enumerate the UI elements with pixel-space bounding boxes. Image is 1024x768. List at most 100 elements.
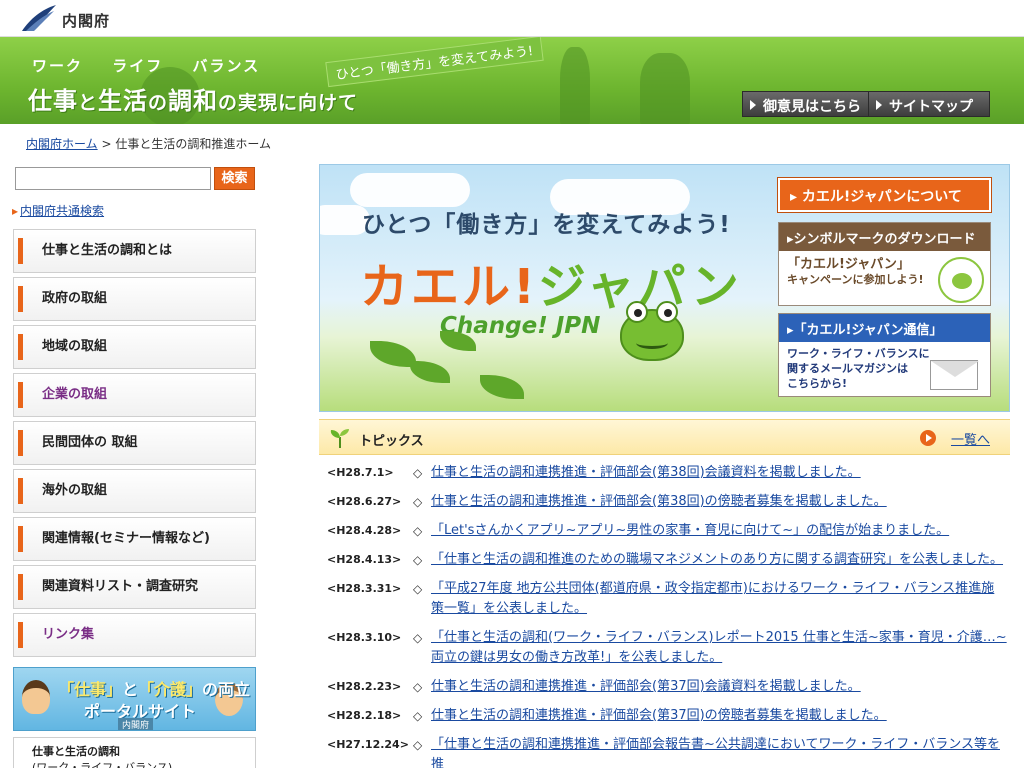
common-search-link[interactable]: 内閣府共通検索: [12, 202, 104, 219]
news-link[interactable]: 「仕事と生活の調和連携推進・評価部会報告書~公共調達においてワーク・ライフ・バラ…: [431, 735, 1007, 768]
banner-slogan: ひとつ「働き方」を変えてみよう!: [325, 37, 544, 88]
news-date: <H28.6.27>: [327, 495, 402, 508]
diamond-icon: ◇: [413, 709, 423, 723]
campaign-name: カエル!ジャパン: [360, 259, 742, 315]
newsletter-box[interactable]: ▸「カエル!ジャパン通信」 ワーク・ライフ・バランスに 関するメールマガジンは …: [778, 313, 991, 397]
diamond-icon: ◇: [413, 738, 423, 752]
symbol-badge-icon: [938, 257, 984, 303]
man-face-icon: [22, 680, 50, 714]
search-button[interactable]: 検索: [214, 167, 255, 190]
newsletter-line1: ワーク・ライフ・バランスに: [787, 347, 930, 360]
diamond-icon: ◇: [413, 553, 423, 567]
news-link[interactable]: 「仕事と生活の調和推進のための職場マネジメントのあり方に関する調査研究」を公表し…: [431, 550, 1003, 570]
cabinet-office-logo[interactable]: 内閣府: [20, 3, 110, 33]
list-item: <H28.3.31> ◇ 「平成27年度 地方公共団体(都道府県・政令指定都市)…: [327, 579, 1007, 619]
menu-item-related-info[interactable]: 関連情報(セミナー情報など): [13, 517, 256, 561]
breadcrumb: 内閣府ホーム > 仕事と生活の調和推進ホーム: [26, 135, 271, 152]
news-link[interactable]: 「Let'sさんかくアプリ~アプリ~男性の家事・育児に向けて~」の配信が始まりま…: [431, 521, 949, 541]
care-portal-org: 内閣府: [118, 718, 154, 730]
topics-title: トピックス: [359, 434, 424, 449]
news-link[interactable]: 仕事と生活の調和連携推進・評価部会(第37回)の傍聴者募集を掲載しました。: [431, 706, 887, 726]
news-link[interactable]: 「仕事と生活の調和(ワーク・ライフ・バランス)レポート2015 仕事と生活~家事…: [431, 628, 1007, 668]
list-item: <H28.2.18> ◇ 仕事と生活の調和連携推進・評価部会(第37回)の傍聴者…: [327, 706, 1007, 726]
diamond-icon: ◇: [413, 631, 423, 645]
breadcrumb-separator: >: [101, 137, 112, 151]
newsletter-header: ▸「カエル!ジャパン通信」: [779, 314, 990, 342]
arrow-circle-icon[interactable]: [920, 430, 936, 446]
list-item: <H28.4.28> ◇ 「Let'sさんかくアプリ~アプリ~男性の家事・育児に…: [327, 521, 1007, 541]
menu-item-links[interactable]: リンク集: [13, 613, 256, 657]
list-item: <H27.12.24> ◇ 「仕事と生活の調和連携推進・評価部会報告書~公共調達…: [327, 735, 1007, 768]
banner-title-part: と: [78, 92, 99, 114]
header-banner: ワーク ライフ バランス 仕事と生活の調和の実現に向けて ひとつ「働き方」を変え…: [0, 37, 1024, 124]
search-input[interactable]: [15, 167, 211, 190]
campaign-title: ひとつ「働き方」を変えてみよう!: [362, 212, 731, 238]
banner-title-part: 生活: [98, 87, 149, 115]
news-link[interactable]: 「平成27年度 地方公共団体(都道府県・政令指定都市)におけるワーク・ライフ・バ…: [431, 579, 1007, 619]
logo-wing-icon: [22, 5, 56, 31]
care-portal-banner[interactable]: 「仕事」と「介護」の両立 ポータルサイト 内閣府: [13, 667, 256, 731]
news-link[interactable]: 仕事と生活の調和連携推進・評価部会(第38回)会議資料を掲載しました。: [431, 463, 861, 483]
list-item: <H28.3.10> ◇ 「仕事と生活の調和(ワーク・ライフ・バランス)レポート…: [327, 628, 1007, 668]
menu-item-overseas[interactable]: 海外の取組: [13, 469, 256, 513]
banner-sub-word: バランス: [192, 57, 261, 75]
breadcrumb-current: 仕事と生活の調和推進ホーム: [115, 137, 272, 151]
leaf-shape: [410, 361, 450, 383]
top-bar: 内閣府: [0, 0, 1024, 37]
frog-mascot-icon: [620, 301, 684, 361]
topics-more-link[interactable]: 一覧へ: [951, 429, 990, 448]
news-date: <H28.4.13>: [327, 553, 402, 566]
leaf-shape: [480, 375, 524, 399]
banner-sub-word: ワーク: [32, 57, 84, 75]
news-date: <H28.2.18>: [327, 709, 402, 722]
logo-text: 内閣府: [62, 11, 111, 30]
breadcrumb-home-link[interactable]: 内閣府ホーム: [26, 137, 98, 151]
diamond-icon: ◇: [413, 466, 423, 480]
menu-item-government[interactable]: 政府の取組: [13, 277, 256, 321]
news-date: <H28.4.28>: [327, 524, 402, 537]
menu-item-about[interactable]: 仕事と生活の調和とは: [13, 229, 256, 273]
cloud-shape: [350, 173, 470, 207]
news-link[interactable]: 仕事と生活の調和連携推進・評価部会(第37回)会議資料を掲載しました。: [431, 677, 861, 697]
topics-header: トピックス 一覧へ: [319, 419, 1010, 455]
sitemap-button[interactable]: サイトマップ: [868, 91, 990, 117]
symbol-download-header: ▸シンボルマークのダウンロード: [779, 223, 990, 251]
news-link[interactable]: 仕事と生活の調和連携推進・評価部会(第38回)の傍聴者募集を掲載しました。: [431, 492, 887, 512]
list-item: <H28.6.27> ◇ 仕事と生活の調和連携推進・評価部会(第38回)の傍聴者…: [327, 492, 1007, 512]
wlb-banner-line1: 仕事と生活の調和: [32, 745, 120, 758]
menu-item-regional[interactable]: 地域の取組: [13, 325, 256, 369]
care-portal-line1: 「仕事」と「介護」の両立: [58, 680, 251, 699]
about-campaign-button[interactable]: ▸ カエル!ジャパンについて: [777, 177, 992, 213]
banner-title-part: の: [148, 92, 169, 114]
news-date: <H28.3.31>: [327, 582, 402, 595]
diamond-icon: ◇: [413, 495, 423, 509]
news-date: <H28.2.23>: [327, 680, 402, 693]
silhouette-person: [560, 47, 590, 124]
news-date: <H28.7.1>: [327, 466, 394, 479]
banner-title-part: 仕事: [28, 87, 78, 115]
diamond-icon: ◇: [413, 524, 423, 538]
campaign-visual: ひとつ「働き方」を変えてみよう! カエル!ジャパン Change! JPN ▸ …: [319, 164, 1010, 412]
list-item: <H28.2.23> ◇ 仕事と生活の調和連携推進・評価部会(第37回)会議資料…: [327, 677, 1007, 697]
diamond-icon: ◇: [413, 582, 423, 596]
banner-title-part: の実現に向けて: [218, 92, 359, 114]
banner-title-part: 調和: [168, 87, 219, 115]
banner-sub-word: ライフ: [112, 57, 164, 75]
feedback-button[interactable]: 御意見はこちら: [742, 91, 872, 117]
banner-subtitle: ワーク ライフ バランス: [32, 55, 282, 76]
side-menu: 仕事と生活の調和とは 政府の取組 地域の取組 企業の取組 民間団体の 取組 海外…: [13, 229, 256, 661]
menu-item-companies[interactable]: 企業の取組: [13, 373, 256, 417]
news-date: <H28.3.10>: [327, 631, 402, 644]
symbol-download-box[interactable]: ▸シンボルマークのダウンロード 「カエル!ジャパン」 キャンペーンに参加しよう!: [778, 222, 991, 306]
list-item: <H28.4.13> ◇ 「仕事と生活の調和推進のための職場マネジメントのあり方…: [327, 550, 1007, 570]
silhouette-person: [640, 53, 690, 124]
menu-item-private-orgs[interactable]: 民間団体の 取組: [13, 421, 256, 465]
menu-item-research[interactable]: 関連資料リスト・調査研究: [13, 565, 256, 609]
sprout-icon: [330, 429, 349, 448]
topics-list: <H28.7.1> ◇ 仕事と生活の調和連携推進・評価部会(第38回)会議資料を…: [327, 463, 1007, 768]
wlb-banner-line2: (ワーク・ライフ・バランス): [32, 761, 173, 768]
envelope-icon: [930, 360, 979, 390]
diamond-icon: ◇: [413, 680, 423, 694]
banner-title: 仕事と生活の調和の実現に向けて: [28, 81, 358, 116]
wlb-banner[interactable]: 仕事と生活の調和 (ワーク・ライフ・バランス): [13, 737, 256, 768]
